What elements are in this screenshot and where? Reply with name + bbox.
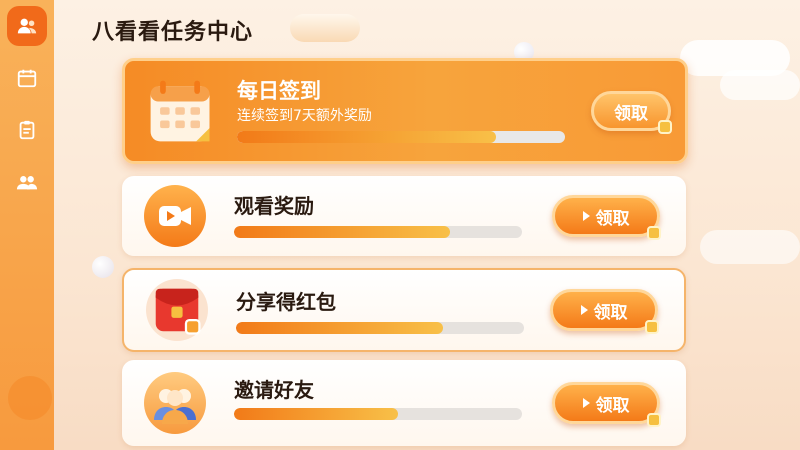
progress-bar: [236, 322, 524, 334]
task-subtitle: 连续签到7天额外奖励: [237, 108, 372, 124]
cloud-decoration: [700, 230, 800, 264]
cloud-decoration: [720, 70, 800, 100]
cloud-decoration: [290, 14, 360, 42]
play-icon: [582, 398, 590, 408]
sidebar-item-friends[interactable]: [7, 162, 47, 202]
progress-fill: [234, 226, 450, 238]
bubble-decoration: [92, 256, 114, 278]
claim-button[interactable]: 领取: [552, 195, 661, 240]
claim-button[interactable]: 领取: [552, 382, 661, 427]
coin-icon: [658, 120, 672, 134]
task-title: 每日签到: [237, 79, 321, 103]
claim-button[interactable]: 领取: [550, 289, 659, 334]
progress-bar: [234, 226, 522, 238]
sidebar-item-tasks[interactable]: [7, 110, 47, 150]
claim-button-label: 领取: [593, 302, 628, 323]
calendar-icon: [143, 73, 219, 149]
clipboard-icon: [19, 120, 35, 140]
page-title: 八看看任务中心: [92, 20, 254, 45]
claim-button-label: 领取: [595, 208, 630, 229]
red-envelope-icon: [146, 279, 208, 341]
progress-fill: [237, 131, 497, 143]
sidebar-item-calendar[interactable]: [7, 58, 47, 98]
task-card-invite: 邀请好友 领取: [122, 360, 686, 446]
task-title: 观看奖励: [234, 194, 314, 218]
task-title: 分享得红包: [236, 290, 336, 314]
video-camera-icon: [144, 185, 206, 247]
task-card-share: 分享得红包 领取: [122, 268, 686, 352]
friends-icon: [144, 372, 206, 434]
sidebar: [0, 0, 54, 450]
calendar-icon: [17, 69, 37, 88]
progress-bar: [234, 408, 522, 420]
coin-icon: [647, 413, 661, 427]
coin-icon: [647, 226, 661, 240]
decorative-ball: [8, 376, 52, 420]
progress-fill: [234, 408, 399, 420]
claim-button-label: 领取: [595, 395, 630, 416]
coin-icon: [645, 320, 659, 334]
sidebar-item-users[interactable]: [7, 6, 47, 46]
group-icon: [16, 176, 38, 190]
progress-bar: [237, 131, 565, 143]
play-icon: [582, 211, 590, 221]
progress-fill: [236, 322, 444, 334]
task-card-daily-checkin: 每日签到 连续签到7天额外奖励 领取: [122, 58, 688, 164]
task-card-watch: 观看奖励 领取: [122, 176, 686, 256]
users-icon: [17, 18, 37, 34]
claim-button[interactable]: 领取: [591, 91, 672, 134]
play-icon: [580, 305, 588, 315]
claim-button-label: 领取: [614, 103, 648, 124]
task-title: 邀请好友: [234, 378, 314, 402]
